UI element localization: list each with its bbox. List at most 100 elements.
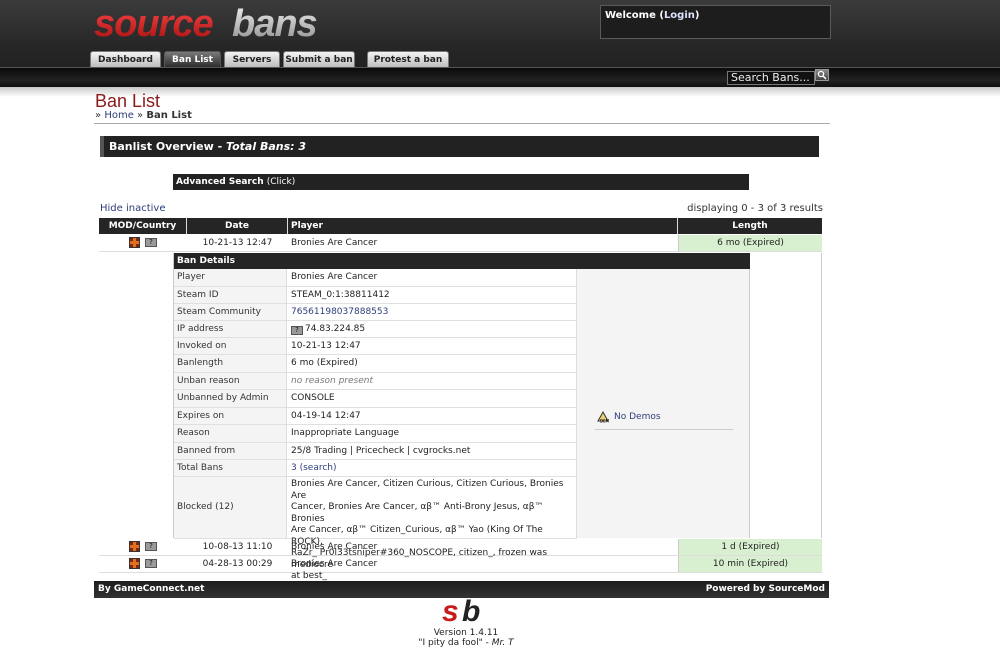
detail-row-total-bans: Total Bans 3 (search) bbox=[174, 460, 577, 477]
detail-row-banlength: Banlength 6 mo (Expired) bbox=[174, 355, 577, 373]
welcome-prefix: Welcome ( bbox=[605, 10, 664, 21]
total-bans-search-link[interactable]: 3 (search) bbox=[287, 460, 577, 476]
detail-row-reason: Reason Inappropriate Language bbox=[174, 425, 577, 443]
detail-row-ip: IP address ? 74.83.224.85 bbox=[174, 321, 577, 338]
breadcrumb-sep: » bbox=[137, 110, 144, 121]
demo-icon: DEMO bbox=[597, 411, 609, 423]
detail-reason: Inappropriate Language bbox=[287, 425, 577, 442]
detail-label: Player bbox=[174, 269, 287, 286]
hide-inactive-link[interactable]: Hide inactive bbox=[100, 203, 166, 214]
breadcrumb: » Home » Ban List bbox=[95, 110, 192, 121]
tab-servers[interactable]: Servers bbox=[224, 51, 280, 67]
header-player[interactable]: Player bbox=[288, 218, 678, 234]
detail-label: Banlength bbox=[174, 355, 287, 372]
svg-text:s: s bbox=[442, 595, 459, 625]
welcome-box: Welcome (Login) bbox=[600, 5, 831, 39]
detail-label: Unban reason bbox=[174, 373, 287, 389]
search-input[interactable]: Search Bans... bbox=[727, 71, 815, 85]
blocked-line: Bronies Are Cancer, Citizen Curious, Cit… bbox=[291, 479, 564, 501]
ban-date: 10-21-13 12:47 bbox=[202, 238, 273, 248]
detail-ip: 74.83.224.85 bbox=[305, 324, 366, 334]
demo-panel: DEMO No Demos bbox=[577, 269, 750, 538]
detail-invoked: 10-21-13 12:47 bbox=[287, 338, 577, 354]
detail-player: Bronies Are Cancer bbox=[287, 269, 577, 286]
search-button[interactable] bbox=[815, 69, 829, 81]
detail-label: Reason bbox=[174, 425, 287, 442]
steam-community-link[interactable]: 76561198037888553 bbox=[287, 304, 577, 320]
blocked-line: Cancer, Bronies Are Cancer, αβ™ Anti-Bro… bbox=[291, 502, 544, 524]
detail-row-blocked: Blocked (12) Bronies Are Cancer, Citizen… bbox=[174, 477, 577, 581]
tab-protest-a-ban[interactable]: Protest a ban bbox=[367, 51, 449, 67]
breadcrumb-home[interactable]: Home bbox=[104, 110, 134, 121]
banlist-overview-bar: Banlist Overview - Total Bans: 3 bbox=[100, 136, 819, 157]
login-link[interactable]: Login bbox=[664, 10, 695, 21]
title-divider bbox=[94, 123, 830, 124]
detail-label: Expires on bbox=[174, 408, 287, 424]
footer-credit-link[interactable]: By GameConnect.net bbox=[98, 581, 204, 598]
advanced-search-label: Advanced Search bbox=[176, 177, 264, 187]
footer-powered-link[interactable]: Powered by SourceMod bbox=[706, 581, 825, 598]
unknown-country-icon: ? bbox=[145, 542, 157, 551]
welcome-suffix: ) bbox=[694, 10, 700, 21]
header-strip bbox=[0, 67, 1000, 88]
table-header: MOD/Country Date Player Length bbox=[99, 218, 822, 234]
quote-text: "I pity da fool" - bbox=[418, 638, 492, 648]
detail-label: Invoked on bbox=[174, 338, 287, 354]
version-text: Version 1.4.11 bbox=[433, 628, 499, 638]
detail-row-banned-from: Banned from 25/8 Trading | Pricecheck | … bbox=[174, 443, 577, 460]
overview-label: Banlist Overview - bbox=[109, 140, 227, 153]
svg-text:b: b bbox=[462, 595, 480, 625]
quote-author: Mr. T bbox=[491, 638, 514, 648]
tab-ban-list[interactable]: Ban List bbox=[164, 51, 221, 67]
ban-length: 6 mo (Expired) bbox=[678, 235, 822, 251]
search-icon bbox=[817, 70, 827, 80]
breadcrumb-current: Ban List bbox=[146, 110, 192, 121]
detail-ip-cell: ? 74.83.224.85 bbox=[287, 321, 577, 337]
tf2-mod-icon bbox=[129, 558, 140, 569]
ban-player: Bronies Are Cancer bbox=[291, 238, 378, 248]
result-count: displaying 0 - 3 of 3 results bbox=[687, 203, 823, 214]
table-row[interactable]: ? 10-21-13 12:47 Bronies Are Cancer 6 mo… bbox=[99, 235, 822, 252]
header-length[interactable]: Length bbox=[678, 218, 822, 234]
ban-date: 10-08-13 11:10 bbox=[202, 542, 273, 552]
detail-row-steam-id: Steam ID STEAM_0:1:38811412 bbox=[174, 287, 577, 304]
header-mod-country[interactable]: MOD/Country bbox=[99, 218, 187, 234]
detail-label: IP address bbox=[174, 321, 287, 337]
detail-row-invoked: Invoked on 10-21-13 12:47 bbox=[174, 338, 577, 355]
page-title: Ban List bbox=[95, 91, 161, 111]
detail-label: Blocked (12) bbox=[174, 477, 287, 538]
detail-blocked: Bronies Are Cancer, Citizen Curious, Cit… bbox=[287, 477, 577, 581]
detail-row-player: Player Bronies Are Cancer bbox=[174, 269, 577, 287]
detail-label: Unbanned by Admin bbox=[174, 390, 287, 407]
sb-logo-icon: s b bbox=[442, 595, 480, 625]
tf2-mod-icon bbox=[129, 541, 140, 552]
unknown-country-icon: ? bbox=[291, 326, 303, 335]
detail-label: Steam Community bbox=[174, 304, 287, 320]
detail-unbanned-by: CONSOLE bbox=[287, 390, 577, 407]
ban-length: 10 min (Expired) bbox=[678, 556, 822, 572]
overview-total: Total Bans: 3 bbox=[226, 140, 307, 153]
tab-dashboard[interactable]: Dashboard bbox=[90, 51, 161, 67]
detail-steam-id: STEAM_0:1:38811412 bbox=[287, 287, 577, 303]
header-date[interactable]: Date bbox=[187, 218, 288, 234]
ban-date: 04-28-13 00:29 bbox=[202, 559, 273, 569]
unknown-country-icon: ? bbox=[145, 238, 157, 247]
ban-details-header: Ban Details bbox=[174, 253, 750, 269]
detail-label: Banned from bbox=[174, 443, 287, 459]
detail-row-unbanned-by: Unbanned by Admin CONSOLE bbox=[174, 390, 577, 408]
tf2-mod-icon bbox=[129, 237, 140, 248]
detail-label: Total Bans bbox=[174, 460, 287, 476]
demo-divider bbox=[595, 429, 733, 430]
svg-text:source: source bbox=[94, 6, 213, 42]
svg-text:DEMO: DEMO bbox=[600, 419, 609, 424]
advanced-search-toggle[interactable]: Advanced Search (Click) bbox=[173, 174, 749, 190]
detail-row-expires: Expires on 04-19-14 12:47 bbox=[174, 408, 577, 425]
tab-submit-a-ban[interactable]: Submit a ban bbox=[283, 51, 355, 67]
detail-label: Steam ID bbox=[174, 287, 287, 303]
no-demos-link[interactable]: No Demos bbox=[614, 412, 661, 422]
ban-length: 1 d (Expired) bbox=[678, 539, 822, 555]
sourcebans-logo[interactable]: source bans bbox=[92, 6, 354, 42]
blocked-line: Are Cancer, αβ™ Citizen_Curious, αβ™ Yao… bbox=[291, 525, 543, 547]
blocked-line: RaZr_ Pr0l33tsniper#360_NOSCOPE, citizen… bbox=[291, 548, 548, 570]
svg-text:bans: bans bbox=[232, 6, 317, 42]
